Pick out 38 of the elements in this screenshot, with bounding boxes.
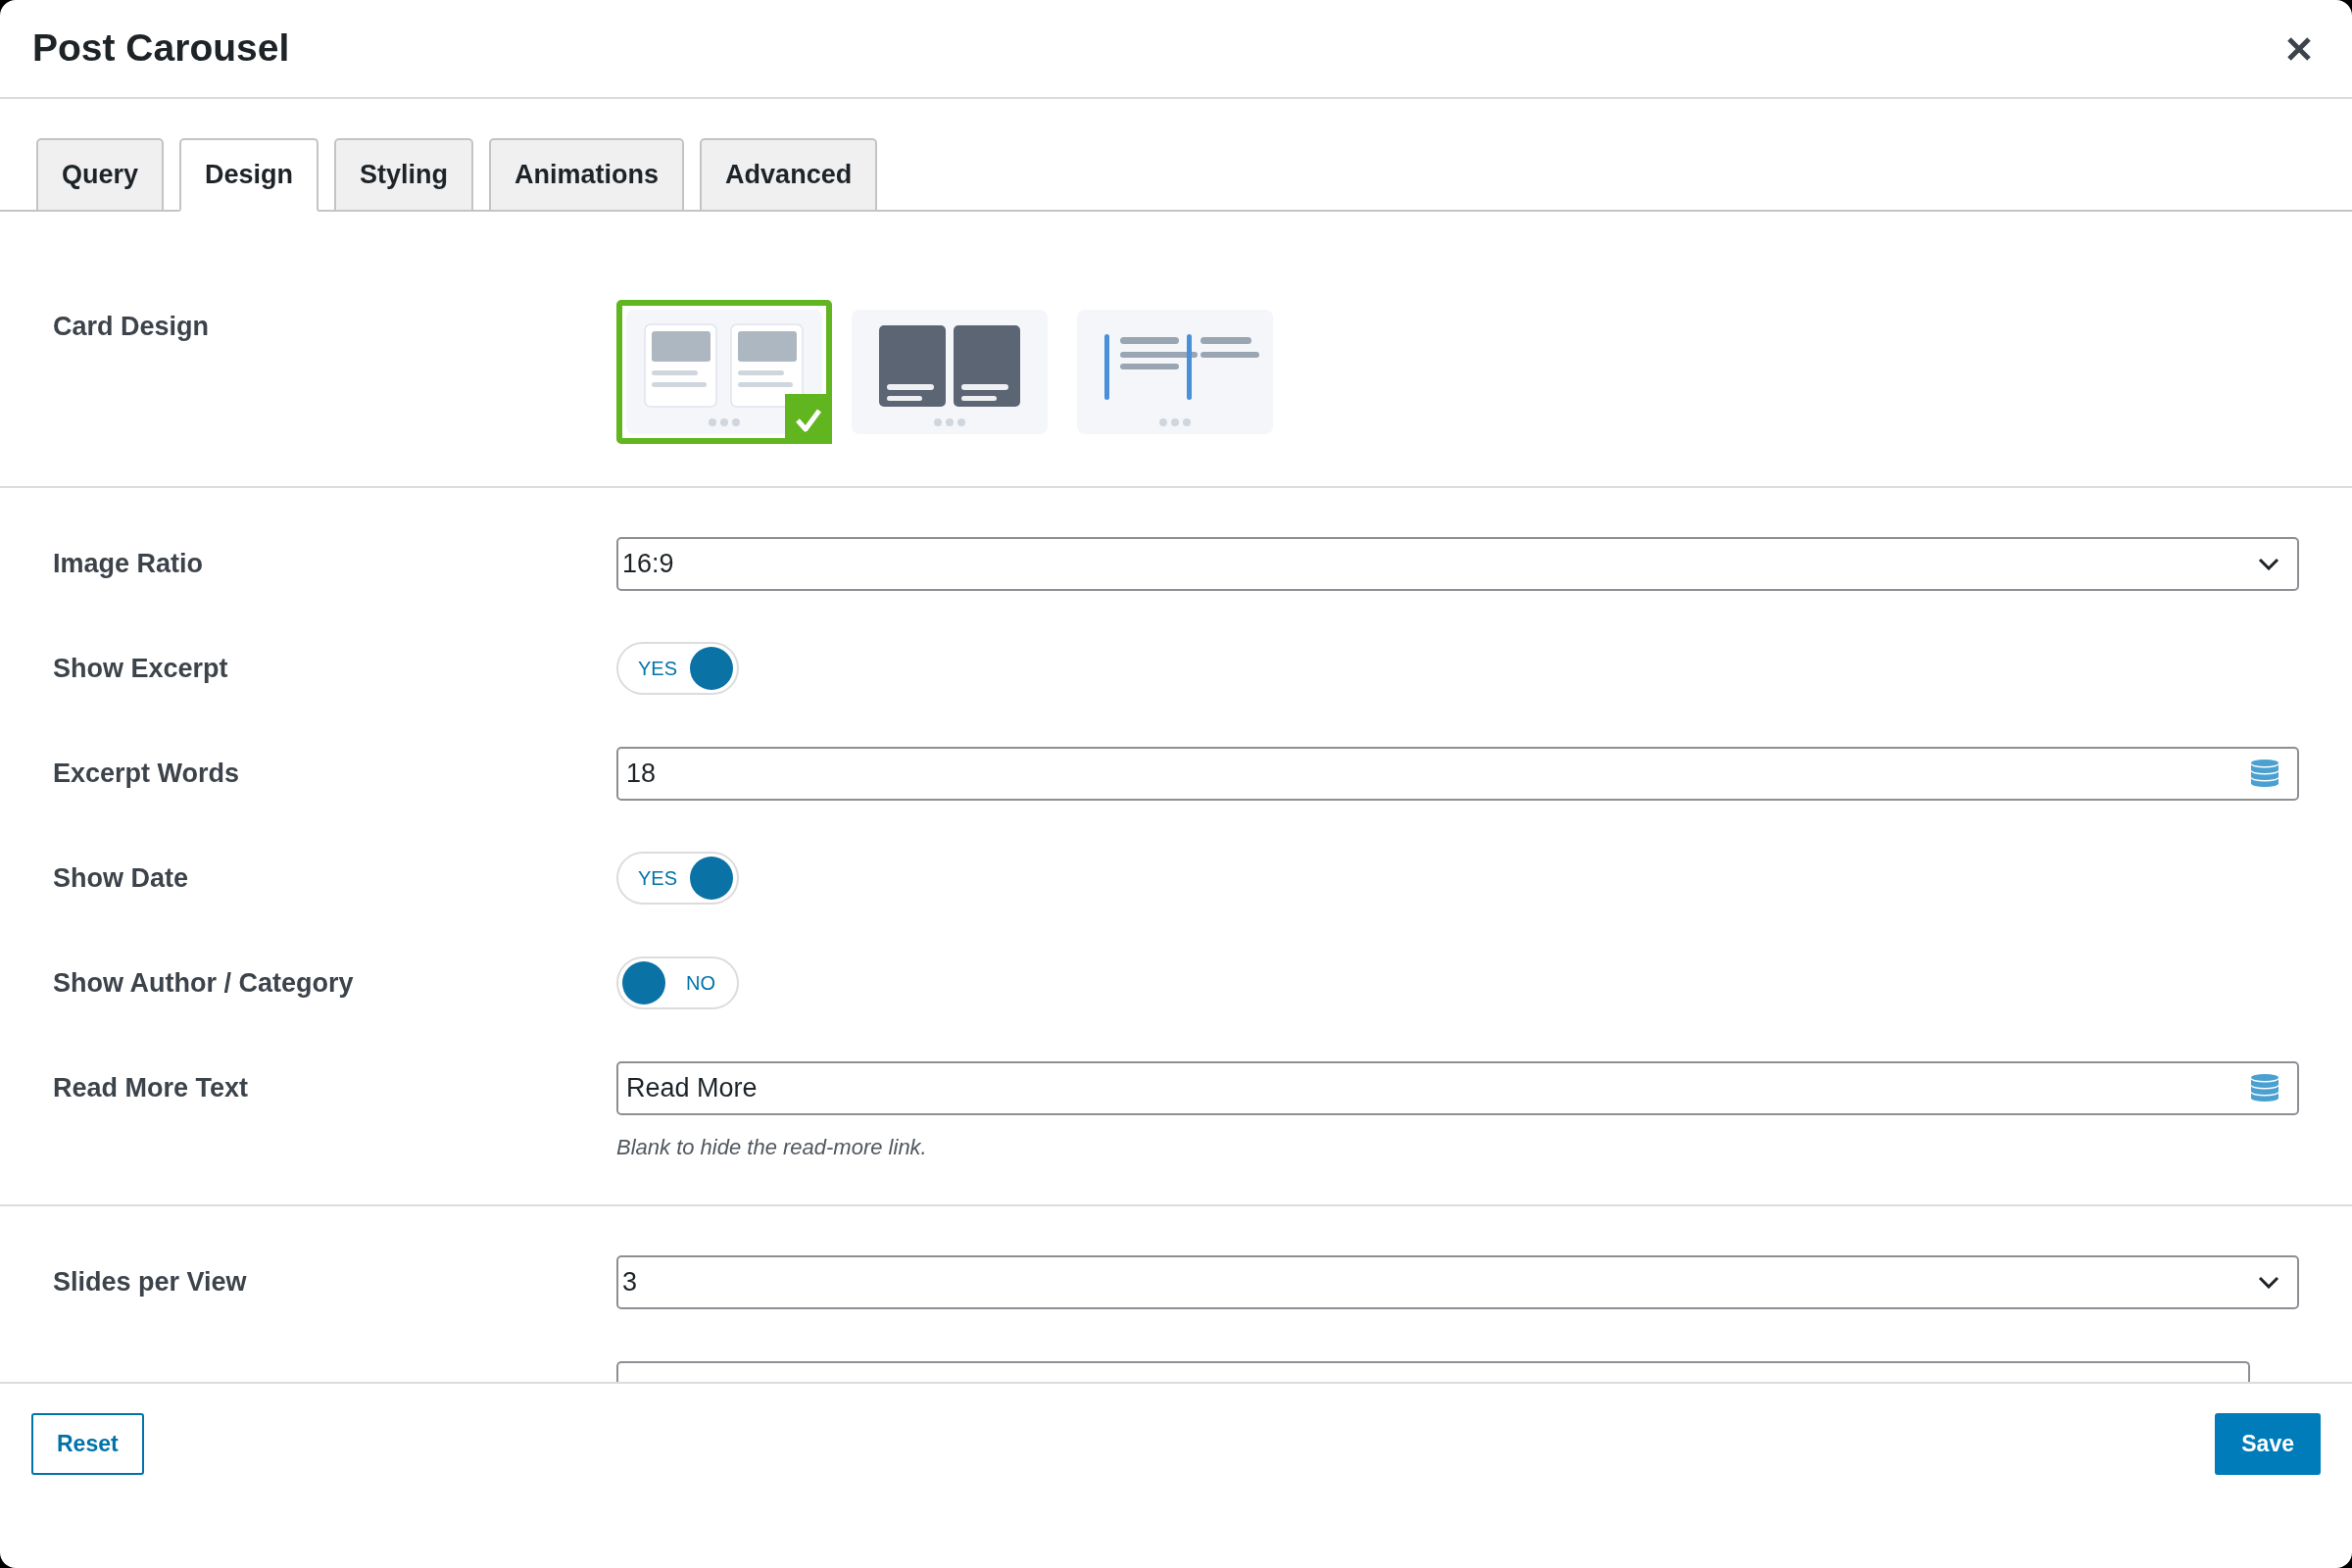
toggle-switch[interactable]: NO: [616, 956, 739, 1009]
field-label: Image Ratio: [53, 548, 204, 580]
field-label: Show Author / Category: [53, 967, 354, 1000]
select-field[interactable]: [616, 1361, 2250, 1382]
card-design-option[interactable]: [1077, 310, 1273, 434]
field-label: Read More Text: [53, 1072, 249, 1104]
card-design-option[interactable]: [852, 310, 1048, 434]
dialog-title: Post Carousel: [32, 25, 290, 72]
close-icon: [2286, 35, 2312, 62]
card-design-option[interactable]: [616, 300, 832, 444]
database-icon: [2250, 759, 2279, 788]
primary-button[interactable]: Save: [2215, 1413, 2321, 1475]
select-field[interactable]: 3: [616, 1255, 2299, 1309]
tab[interactable]: Design: [179, 138, 319, 212]
toggle-switch[interactable]: YES: [616, 852, 739, 905]
select-field[interactable]: 16:9: [616, 537, 2299, 591]
field-label: Slides per View: [53, 1266, 247, 1298]
chevron-down-icon: [2258, 1276, 2279, 1289]
check-icon: [785, 394, 832, 444]
field-label: Show Date: [53, 862, 189, 895]
tab[interactable]: Advanced: [700, 138, 878, 212]
tab[interactable]: Animations: [489, 138, 685, 212]
tab[interactable]: Styling: [334, 138, 474, 212]
database-icon: [2250, 1073, 2279, 1102]
close-button[interactable]: [2286, 35, 2312, 62]
field-label: Show Excerpt: [53, 653, 228, 685]
text-input[interactable]: Read More: [616, 1061, 2299, 1115]
list-layout-icon: [1077, 310, 1273, 434]
text-input[interactable]: 18: [616, 747, 2299, 801]
field-label: Excerpt Words: [53, 758, 240, 790]
chevron-down-icon: [2258, 558, 2279, 570]
secondary-button[interactable]: Reset: [31, 1413, 144, 1475]
field-label: Card Design: [53, 311, 210, 343]
toggle-switch[interactable]: YES: [616, 642, 739, 695]
dark-cards-icon: [852, 310, 1048, 434]
light-cards-icon: [626, 310, 822, 434]
tab[interactable]: Query: [36, 138, 165, 212]
hint-text: Blank to hide the read-more link.: [616, 1134, 927, 1161]
